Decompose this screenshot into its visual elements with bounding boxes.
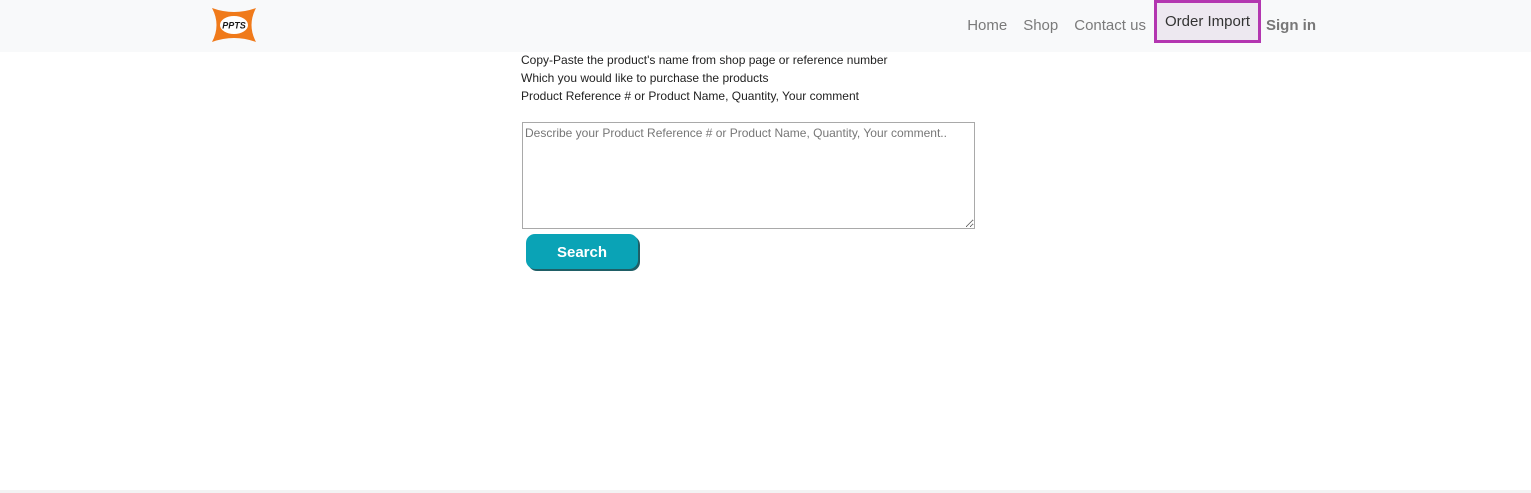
- nav-order-import-link[interactable]: Order Import: [1153, 0, 1261, 43]
- instruction-line-1: Copy-Paste the product's name from shop …: [521, 53, 888, 67]
- top-navbar: PPTS Home Shop Contact us Order Import S…: [0, 0, 1531, 52]
- nav-home-link[interactable]: Home: [959, 16, 1015, 36]
- main-nav: Home Shop Contact us Order Import Sign i…: [959, 0, 1316, 52]
- search-button[interactable]: Search: [526, 234, 638, 269]
- order-import-content: Copy-Paste the product's name from shop …: [521, 51, 981, 269]
- logo-text: PPTS: [222, 21, 246, 31]
- order-description-textarea[interactable]: [522, 122, 975, 229]
- instruction-line-3: Product Reference # or Product Name, Qua…: [521, 89, 859, 103]
- ppts-logo[interactable]: PPTS: [209, 6, 259, 44]
- nav-contact-link[interactable]: Contact us: [1066, 16, 1154, 36]
- nav-shop-link[interactable]: Shop: [1015, 16, 1066, 36]
- instructions: Copy-Paste the product's name from shop …: [521, 51, 981, 105]
- nav-sign-in-link[interactable]: Sign in: [1261, 16, 1316, 36]
- instruction-line-2: Which you would like to purchase the pro…: [521, 71, 769, 85]
